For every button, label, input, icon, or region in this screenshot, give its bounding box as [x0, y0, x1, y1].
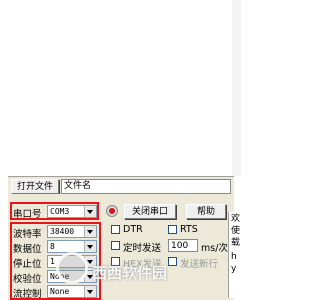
- close-port-button[interactable]: 关闭串口: [124, 204, 176, 219]
- right-line: 欢: [231, 214, 241, 224]
- serial-settings-panel: 串口号 COM3 关闭串口 帮助 波特率 38400 数据位 8 停止位 1 校…: [8, 194, 234, 300]
- record-icon: [106, 205, 118, 217]
- right-line: 载: [231, 238, 241, 248]
- rts-checkbox[interactable]: [168, 225, 177, 234]
- help-button[interactable]: 帮助: [186, 204, 226, 219]
- rts-label: RTS: [180, 224, 198, 235]
- right-line: y: [231, 264, 237, 274]
- vertical-scrollbar[interactable]: [232, 0, 241, 176]
- timed-send-label: 定时发送: [123, 243, 162, 254]
- watermark-text: 西西软件园: [92, 264, 168, 282]
- settings-highlight-frame: [10, 222, 101, 300]
- right-info-column: 欢 使 载 h y: [228, 212, 241, 298]
- send-newline-label: 发送新行: [180, 259, 219, 270]
- open-file-button[interactable]: 打开文件: [11, 179, 59, 194]
- interval-input[interactable]: 100: [168, 239, 198, 252]
- file-name-field[interactable]: 文件名: [61, 179, 231, 194]
- port-highlight-frame: [10, 202, 99, 220]
- send-newline-checkbox[interactable]: [168, 257, 177, 266]
- interval-unit: ms/次: [201, 243, 228, 254]
- right-line: h: [231, 252, 237, 262]
- file-bar: 打开文件 文件名: [8, 176, 234, 195]
- dtr-checkbox[interactable]: [111, 225, 120, 234]
- dtr-label: DTR: [123, 224, 143, 235]
- right-line: 使: [231, 226, 241, 236]
- timed-send-checkbox[interactable]: [111, 241, 120, 250]
- receive-text-area[interactable]: [8, 0, 235, 176]
- watermark-logo-icon: [56, 252, 88, 284]
